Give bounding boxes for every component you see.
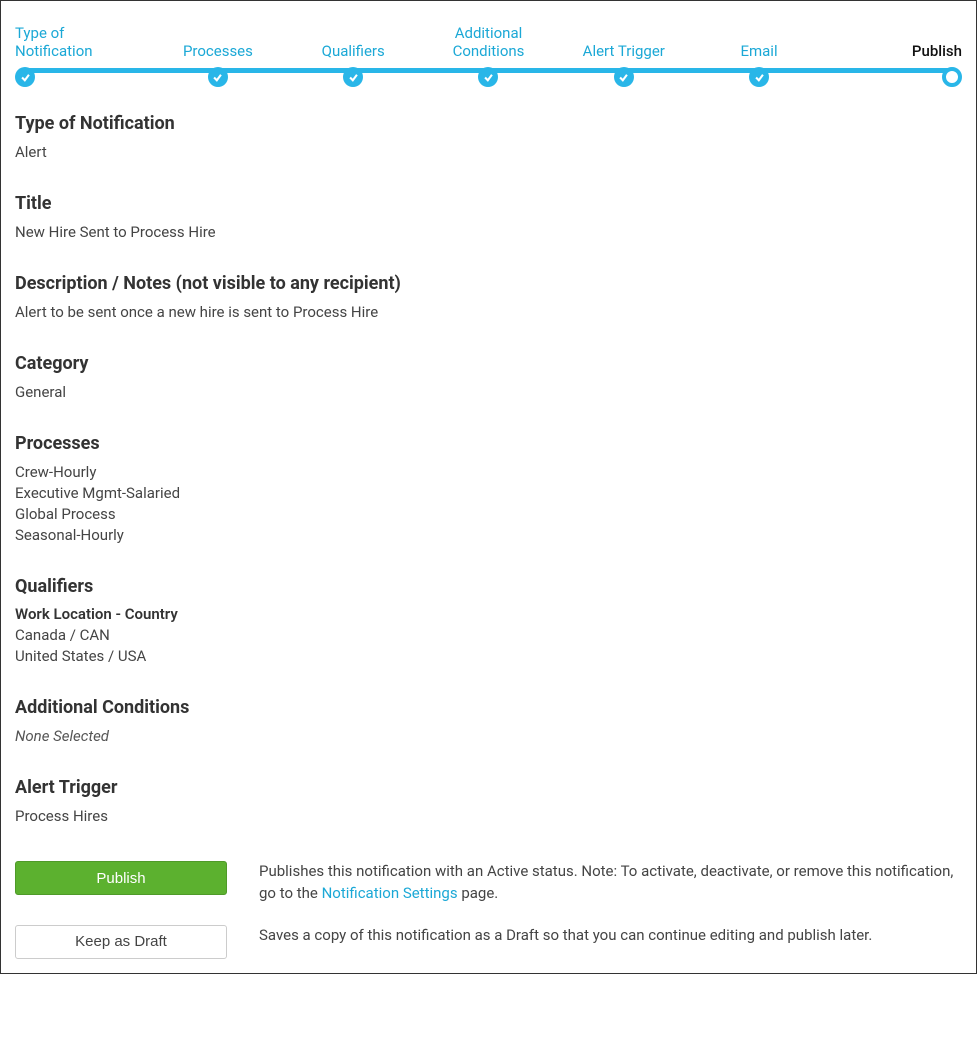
section-heading: Type of Notification <box>15 113 962 134</box>
step-current-icon <box>942 67 962 87</box>
draft-description: Saves a copy of this notification as a D… <box>259 925 872 947</box>
section-additional-conditions: Additional Conditions None Selected <box>15 697 962 747</box>
qualifiers-sub-label: Work Location - Country <box>15 605 962 623</box>
step-processes[interactable]: Processes <box>150 23 285 87</box>
step-email[interactable]: Email <box>691 23 826 87</box>
publish-description: Publishes this notification with an Acti… <box>259 861 962 905</box>
step-label: Type of Notification <box>15 23 93 61</box>
publish-row: Publish Publishes this notification with… <box>15 861 962 905</box>
section-title: Title New Hire Sent to Process Hire <box>15 193 962 243</box>
step-label: Processes <box>183 23 253 61</box>
check-icon <box>343 67 363 87</box>
list-item: Canada / CAN <box>15 625 962 646</box>
section-value: None Selected <box>15 726 962 747</box>
keep-as-draft-button[interactable]: Keep as Draft <box>15 925 227 959</box>
check-icon <box>478 67 498 87</box>
wizard-stepper: Type of Notification Processes Qualifiers A… <box>15 13 962 87</box>
section-heading: Title <box>15 193 962 214</box>
step-label: Publish <box>912 23 962 61</box>
list-item: Global Process <box>15 504 962 525</box>
qualifiers-list: Canada / CANUnited States / USA <box>15 625 962 667</box>
list-item: United States / USA <box>15 646 962 667</box>
section-value: New Hire Sent to Process Hire <box>15 222 962 243</box>
section-value: General <box>15 382 962 403</box>
step-publish: Publish <box>827 23 962 87</box>
list-item: Executive Mgmt-Salaried <box>15 483 962 504</box>
section-description: Description / Notes (not visible to any … <box>15 273 962 323</box>
section-value: Alert <box>15 142 962 163</box>
step-type-of-notification[interactable]: Type of Notification <box>15 23 150 87</box>
draft-row: Keep as Draft Saves a copy of this notif… <box>15 925 962 959</box>
section-heading: Additional Conditions <box>15 697 962 718</box>
publish-desc-after: page. <box>458 884 499 902</box>
section-qualifiers: Qualifiers Work Location - Country Canad… <box>15 576 962 667</box>
list-item: Crew-Hourly <box>15 462 962 483</box>
section-heading: Category <box>15 353 962 374</box>
publish-button[interactable]: Publish <box>15 861 227 895</box>
section-alert-trigger: Alert Trigger Process Hires <box>15 777 962 827</box>
step-label: Alert Trigger <box>583 23 665 61</box>
step-label: Email <box>740 23 777 61</box>
section-value: Process Hires <box>15 806 962 827</box>
processes-list: Crew-HourlyExecutive Mgmt-SalariedGlobal… <box>15 462 962 546</box>
list-item: Seasonal-Hourly <box>15 525 962 546</box>
section-heading: Alert Trigger <box>15 777 962 798</box>
check-icon <box>15 67 35 87</box>
step-additional-conditions[interactable]: Additional Conditions <box>421 23 556 87</box>
notification-settings-link[interactable]: Notification Settings <box>322 884 458 902</box>
step-qualifiers[interactable]: Qualifiers <box>286 23 421 87</box>
section-category: Category General <box>15 353 962 403</box>
section-heading: Qualifiers <box>15 576 962 597</box>
section-value: Alert to be sent once a new hire is sent… <box>15 302 962 323</box>
step-alert-trigger[interactable]: Alert Trigger <box>556 23 691 87</box>
step-label: Qualifiers <box>322 23 385 61</box>
check-icon <box>749 67 769 87</box>
section-processes: Processes Crew-HourlyExecutive Mgmt-Sala… <box>15 433 962 546</box>
check-icon <box>208 67 228 87</box>
actions-area: Publish Publishes this notification with… <box>15 861 962 959</box>
check-icon <box>614 67 634 87</box>
section-heading: Processes <box>15 433 962 454</box>
publish-review-page: Type of Notification Processes Qualifiers A… <box>0 0 977 974</box>
section-heading: Description / Notes (not visible to any … <box>15 273 962 294</box>
section-type-of-notification: Type of Notification Alert <box>15 113 962 163</box>
step-label: Additional Conditions <box>453 23 525 61</box>
